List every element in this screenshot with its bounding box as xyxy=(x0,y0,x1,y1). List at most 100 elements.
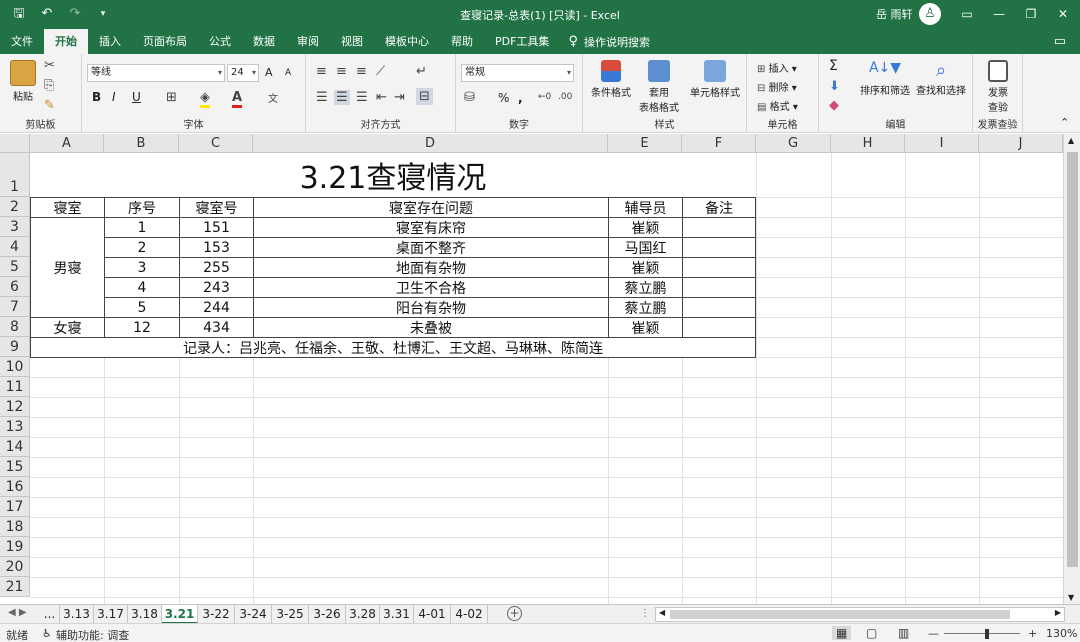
sheet-tab[interactable]: 3.17 xyxy=(94,605,128,624)
tab-pdf-tools[interactable]: PDF工具集 xyxy=(484,29,560,54)
row-header[interactable]: 8 xyxy=(0,317,30,337)
invoice-check-button[interactable]: 发票 查验 xyxy=(981,60,1015,114)
sheet-tab-active[interactable]: 3.21 xyxy=(162,605,198,624)
zoom-slider-handle[interactable] xyxy=(985,629,989,639)
borders-icon[interactable]: ⊞ xyxy=(166,90,177,105)
row-header[interactable]: 19 xyxy=(0,537,30,557)
wrap-text-icon[interactable]: ↵ xyxy=(416,64,427,79)
accessibility-icon[interactable]: ♿ xyxy=(42,627,52,640)
sheet-tab-more[interactable]: ... xyxy=(40,605,60,624)
record-counselor-cell[interactable]: 蔡立鹏 xyxy=(608,277,683,298)
recorder-cell[interactable]: 记录人：吕兆亮、任福余、王敬、杜博汇、王文超、马琳琳、陈简连 xyxy=(30,337,756,358)
tab-insert[interactable]: 插入 xyxy=(88,29,132,54)
row-header[interactable]: 10 xyxy=(0,357,30,377)
insert-cells-button[interactable]: ⊞ 插入 ▾ xyxy=(757,60,797,75)
record-no-cell[interactable]: 3 xyxy=(104,257,180,278)
align-middle-icon[interactable]: ≡ xyxy=(336,64,347,79)
merge-center-icon[interactable]: ⊟ xyxy=(416,88,433,105)
tab-home[interactable]: 开始 xyxy=(44,29,88,54)
row-header[interactable]: 21 xyxy=(0,577,30,597)
select-all-corner[interactable] xyxy=(0,134,30,153)
shrink-font-button[interactable]: A xyxy=(285,68,291,78)
header-cell-dorm[interactable]: 寝室 xyxy=(30,197,105,218)
column-header-h[interactable]: H xyxy=(831,134,905,153)
sort-filter-button[interactable]: A↓▼ 排序和筛选 xyxy=(857,60,913,97)
column-header-f[interactable]: F xyxy=(682,134,756,153)
cut-icon[interactable]: ✂ xyxy=(44,58,55,73)
user-name[interactable]: 岳 雨轩 xyxy=(876,6,913,22)
sheet-tab[interactable]: 3.13 xyxy=(60,605,94,624)
accessibility-status[interactable]: 辅助功能: 调查 xyxy=(56,627,129,642)
zoom-in-icon[interactable]: + xyxy=(1028,627,1037,640)
comma-button[interactable]: , xyxy=(518,91,523,105)
tab-template-center[interactable]: 模板中心 xyxy=(374,29,440,54)
comments-icon[interactable]: ▭ xyxy=(1054,34,1066,49)
record-notes-cell[interactable] xyxy=(682,237,756,258)
column-header-b[interactable]: B xyxy=(104,134,179,153)
fill-color-icon[interactable]: ◈ xyxy=(200,90,210,108)
record-notes-cell[interactable] xyxy=(682,257,756,278)
column-header-a[interactable]: A xyxy=(30,134,104,153)
record-no-cell[interactable]: 1 xyxy=(104,217,180,238)
header-cell-issue[interactable]: 寝室存在问题 xyxy=(253,197,609,218)
column-header-g[interactable]: G xyxy=(756,134,831,153)
sheet-tab[interactable]: 3-24 xyxy=(235,605,272,624)
record-no-cell[interactable]: 12 xyxy=(104,317,180,338)
add-sheet-icon[interactable]: + xyxy=(507,606,522,621)
sheet-title-cell[interactable]: 3.21查寝情况 xyxy=(30,153,756,197)
minimize-icon[interactable]: — xyxy=(984,4,1014,24)
sheet-tab[interactable]: 4-01 xyxy=(414,605,451,624)
row-header[interactable]: 15 xyxy=(0,457,30,477)
sheet-tab[interactable]: 3.28 xyxy=(346,605,380,624)
record-counselor-cell[interactable]: 崔颖 xyxy=(608,217,683,238)
tab-split-handle-icon[interactable]: ⋮ xyxy=(640,608,650,619)
record-notes-cell[interactable] xyxy=(682,217,756,238)
vertical-scrollbar[interactable]: ▲ ▼ xyxy=(1063,134,1080,604)
row-header[interactable]: 4 xyxy=(0,237,30,257)
conditional-formatting-button[interactable]: 条件格式 xyxy=(589,60,633,99)
bold-button[interactable]: B xyxy=(92,90,101,104)
format-painter-icon[interactable]: ✎ xyxy=(44,98,55,113)
row-header[interactable]: 9 xyxy=(0,337,30,357)
format-as-table-button[interactable]: 套用 表格格式 xyxy=(635,60,683,114)
font-name-select[interactable]: 等线 ▾ xyxy=(87,64,225,82)
row-header[interactable]: 11 xyxy=(0,377,30,397)
record-room-cell[interactable]: 255 xyxy=(179,257,254,278)
row-header[interactable]: 18 xyxy=(0,517,30,537)
header-cell-notes[interactable]: 备注 xyxy=(682,197,756,218)
decrease-decimal-icon[interactable]: .00 xyxy=(558,91,572,102)
paste-button[interactable]: 粘贴 xyxy=(6,60,40,103)
record-notes-cell[interactable] xyxy=(682,317,756,338)
sheet-tab[interactable]: 3-26 xyxy=(309,605,346,624)
row-header[interactable]: 3 xyxy=(0,217,30,237)
vertical-scroll-thumb[interactable] xyxy=(1067,152,1078,567)
currency-icon[interactable]: ⛁ xyxy=(464,90,475,105)
record-no-cell[interactable]: 4 xyxy=(104,277,180,298)
clear-icon[interactable]: ◆ xyxy=(829,98,839,113)
row-header[interactable]: 13 xyxy=(0,417,30,437)
sheet-tab[interactable]: 3.18 xyxy=(128,605,162,624)
header-cell-counselor[interactable]: 辅导员 xyxy=(608,197,683,218)
record-room-cell[interactable]: 153 xyxy=(179,237,254,258)
row-header[interactable]: 7 xyxy=(0,297,30,317)
font-size-select[interactable]: 24 ▾ xyxy=(227,64,259,82)
row-header[interactable]: 16 xyxy=(0,477,30,497)
tab-data[interactable]: 数据 xyxy=(242,29,286,54)
fill-icon[interactable]: ⬇ xyxy=(829,79,840,94)
find-select-button[interactable]: ⌕ 查找和选择 xyxy=(913,60,969,97)
record-counselor-cell[interactable]: 蔡立鹏 xyxy=(608,297,683,318)
align-center-icon[interactable]: ☰ xyxy=(334,90,350,105)
copy-icon[interactable]: ⎘ xyxy=(44,78,54,93)
record-issue-cell[interactable]: 寝室有床帘 xyxy=(253,217,609,238)
worksheet-grid[interactable]: A B C D E F G H I J 1 2 3 4 5 6 7 8 9 10… xyxy=(0,134,1080,604)
italic-button[interactable]: I xyxy=(112,90,116,104)
row-header[interactable]: 14 xyxy=(0,437,30,457)
record-room-cell[interactable]: 151 xyxy=(179,217,254,238)
avatar[interactable]: ♙ xyxy=(919,3,941,25)
header-cell-room[interactable]: 寝室号 xyxy=(179,197,254,218)
close-icon[interactable]: ✕ xyxy=(1048,4,1078,24)
sheet-nav-arrows-icon[interactable]: ◀ ▶ xyxy=(8,607,27,618)
align-bottom-icon[interactable]: ≡ xyxy=(356,64,367,79)
record-notes-cell[interactable] xyxy=(682,297,756,318)
horizontal-scrollbar[interactable]: ◀ ▶ xyxy=(655,607,1065,622)
